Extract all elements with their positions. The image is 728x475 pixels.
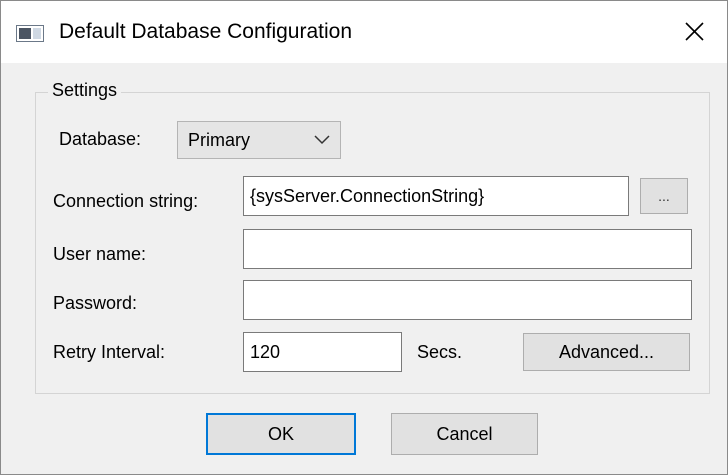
cancel-button[interactable]: Cancel — [391, 413, 538, 455]
password-label: Password: — [53, 293, 138, 313]
connection-string-input[interactable] — [243, 176, 629, 216]
dialog-window: Default Database Configuration Settings … — [0, 0, 728, 475]
settings-group-label: Settings — [48, 80, 122, 101]
connection-string-browse-button[interactable]: ... — [640, 178, 688, 214]
connection-string-label: Connection string: — [53, 191, 199, 211]
title-bar: Default Database Configuration — [1, 1, 727, 63]
retry-interval-input[interactable] — [243, 332, 402, 372]
retry-interval-label: Retry Interval: — [53, 342, 166, 362]
close-button[interactable] — [677, 15, 711, 49]
user-name-label: User name: — [53, 244, 147, 264]
retry-interval-unit: Secs. — [417, 342, 463, 362]
ok-button[interactable]: OK — [206, 413, 356, 455]
advanced-button[interactable]: Advanced... — [523, 333, 690, 371]
close-icon — [685, 22, 704, 41]
database-label: Database: — [59, 129, 142, 149]
window-title: Default Database Configuration — [59, 20, 353, 43]
user-name-input[interactable] — [243, 229, 692, 269]
database-select[interactable]: Primary — [177, 121, 341, 159]
database-selected-value: Primary — [188, 130, 250, 150]
password-input[interactable] — [243, 280, 692, 320]
chevron-down-icon — [314, 135, 330, 145]
app-window-icon — [16, 25, 44, 42]
